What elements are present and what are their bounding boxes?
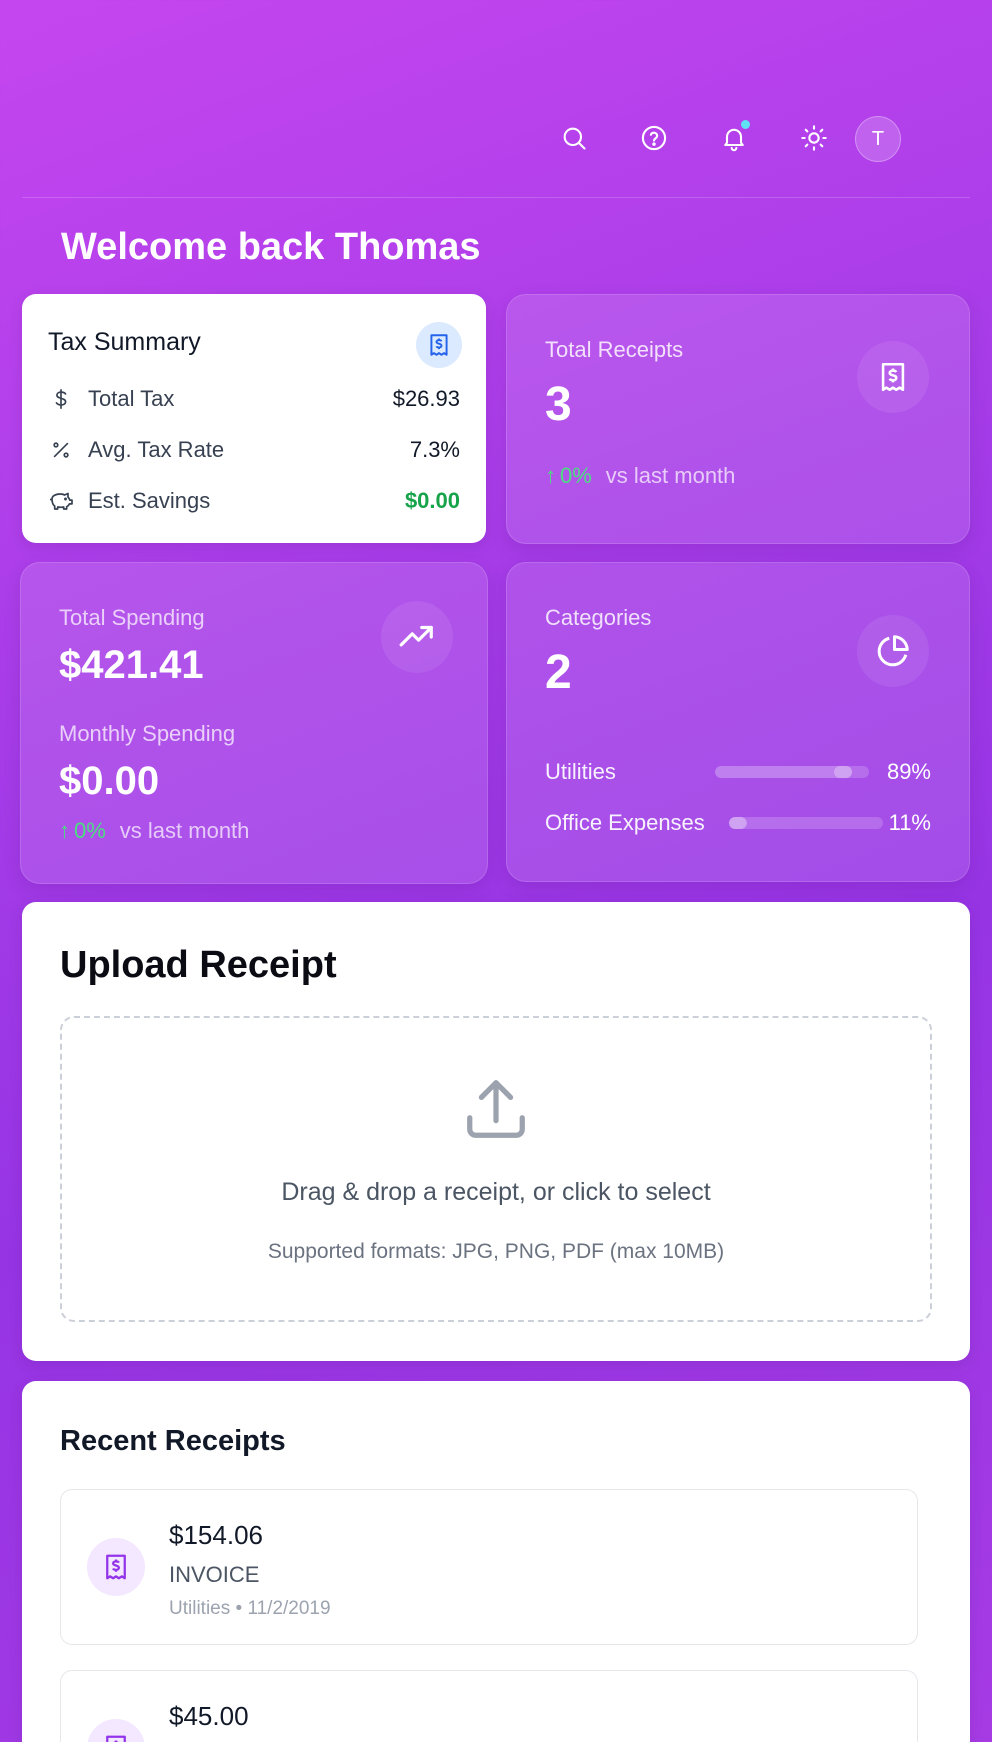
dropzone-text: Drag & drop a receipt, or click to selec… bbox=[281, 1178, 711, 1206]
help-icon[interactable] bbox=[634, 118, 674, 158]
receipt-icon bbox=[857, 341, 929, 413]
trending-up-icon bbox=[381, 601, 453, 673]
tax-summary-title: Tax Summary bbox=[48, 328, 201, 356]
spending-card: Total Spending $421.41 Monthly Spending … bbox=[20, 562, 488, 884]
upload-receipt-card: Upload Receipt Drag & drop a receipt, or… bbox=[22, 902, 970, 1361]
pie-chart-icon bbox=[857, 615, 929, 687]
tax-row-value: $0.00 bbox=[404, 488, 460, 513]
receipt-list-item[interactable]: $45.00 bbox=[60, 1670, 918, 1742]
bell-icon[interactable] bbox=[714, 118, 754, 158]
category-bar-cap bbox=[834, 766, 853, 778]
upload-title: Upload Receipt bbox=[60, 944, 337, 986]
trend-percent: 0% bbox=[74, 818, 106, 843]
sun-icon[interactable] bbox=[794, 118, 834, 158]
tax-summary-card: Tax Summary Total Tax $26.93 Avg. Tax Ra… bbox=[22, 294, 486, 543]
tax-row-label: Avg. Tax Rate bbox=[88, 437, 225, 462]
arrow-up-icon: ↑ bbox=[545, 463, 556, 488]
tax-row-value: 7.3% bbox=[409, 437, 460, 462]
monthly-spending-label: Monthly Spending bbox=[59, 721, 236, 746]
category-bar bbox=[715, 766, 869, 778]
dropzone-formats: Supported formats: JPG, PNG, PDF (max 10… bbox=[267, 1240, 725, 1263]
percent-icon bbox=[48, 437, 74, 463]
category-bar bbox=[729, 817, 883, 829]
total-receipts-card: Total Receipts 3 ↑ 0% vs last month bbox=[506, 294, 970, 544]
categories-card: Categories 2 Utilities 89% Office Expens… bbox=[506, 562, 970, 882]
top-bar bbox=[22, 0, 970, 198]
category-percent: 89% bbox=[886, 759, 931, 784]
meta-separator: • bbox=[235, 1598, 248, 1619]
total-receipts-trend: ↑ 0% vs last month bbox=[545, 463, 735, 489]
category-row-office-expenses: Office Expenses 11% bbox=[545, 808, 931, 838]
receipt-date: 11/2/2019 bbox=[247, 1598, 331, 1619]
piggy-bank-icon bbox=[48, 488, 74, 514]
receipt-list-item[interactable]: $154.06 INVOICE Utilities • 11/2/2019 bbox=[60, 1489, 918, 1645]
category-bar-fill bbox=[715, 766, 853, 778]
monthly-spending-value: $0.00 bbox=[59, 759, 160, 803]
tax-row-label: Est. Savings bbox=[88, 488, 211, 513]
avatar[interactable]: T bbox=[855, 116, 901, 162]
notification-dot bbox=[741, 120, 750, 129]
recent-receipts-card: Recent Receipts $154.06 INVOICE Utilitie… bbox=[22, 1381, 970, 1742]
categories-value: 2 bbox=[545, 646, 572, 699]
categories-label: Categories bbox=[545, 605, 652, 630]
receipt-icon bbox=[87, 1719, 145, 1742]
category-row-utilities: Utilities 89% bbox=[545, 757, 931, 787]
total-receipts-label: Total Receipts bbox=[545, 337, 684, 362]
trend-suffix: vs last month bbox=[119, 818, 250, 843]
tax-row-value: $26.93 bbox=[392, 386, 460, 411]
dollar-icon bbox=[48, 386, 74, 412]
receipt-icon bbox=[416, 322, 462, 368]
receipt-icon bbox=[87, 1538, 145, 1596]
tax-row-est-savings: Est. Savings $0.00 bbox=[48, 486, 460, 516]
receipt-amount: $45.00 bbox=[169, 1701, 249, 1731]
total-spending-value: $421.41 bbox=[59, 643, 204, 687]
search-icon[interactable] bbox=[554, 118, 594, 158]
tax-row-total-tax: Total Tax $26.93 bbox=[48, 384, 460, 414]
upload-icon bbox=[461, 1074, 531, 1149]
tax-row-avg-rate: Avg. Tax Rate 7.3% bbox=[48, 435, 460, 465]
spending-trend: ↑ 0% vs last month bbox=[59, 818, 249, 844]
category-bar-cap bbox=[729, 817, 747, 829]
receipt-category: Utilities bbox=[169, 1598, 231, 1619]
arrow-up-icon: ↑ bbox=[59, 818, 70, 843]
receipt-meta: Utilities • 11/2/2019 bbox=[169, 1598, 331, 1620]
recent-receipts-title: Recent Receipts bbox=[60, 1425, 286, 1457]
receipt-type: INVOICE bbox=[169, 1562, 260, 1587]
receipt-dropzone[interactable]: Drag & drop a receipt, or click to selec… bbox=[60, 1016, 932, 1322]
tax-row-label: Total Tax bbox=[88, 386, 175, 411]
category-name: Utilities bbox=[545, 759, 616, 784]
category-name: Office Expenses bbox=[545, 810, 705, 835]
welcome-heading: Welcome back Thomas bbox=[61, 226, 481, 268]
trend-suffix: vs last month bbox=[605, 463, 736, 488]
trend-percent: 0% bbox=[560, 463, 592, 488]
total-receipts-value: 3 bbox=[545, 378, 572, 431]
category-percent: 11% bbox=[888, 810, 931, 835]
total-spending-label: Total Spending bbox=[59, 605, 205, 630]
receipt-amount: $154.06 bbox=[169, 1520, 263, 1550]
